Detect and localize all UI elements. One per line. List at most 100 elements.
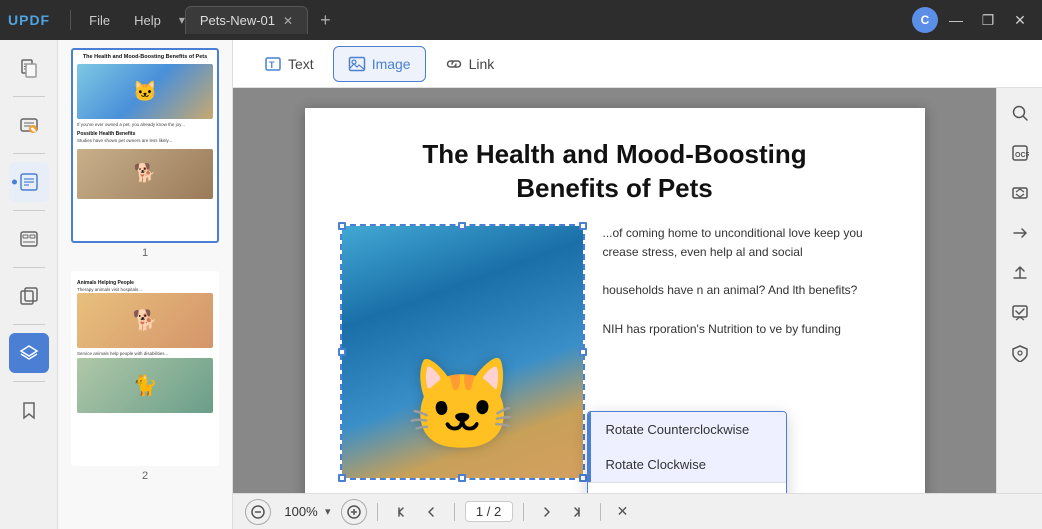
text-btn-label: Text — [288, 56, 314, 72]
right-sidebar: OCR — [996, 88, 1042, 493]
toolbar-separator-1 — [377, 503, 378, 521]
sidebar-divider-5 — [13, 324, 45, 325]
minimize-btn[interactable]: — — [942, 6, 970, 34]
sidebar-icon-pages[interactable] — [9, 48, 49, 88]
page-body: 🐱 — [340, 224, 890, 486]
svg-text:✎: ✎ — [30, 127, 36, 135]
sidebar-divider-6 — [13, 381, 45, 382]
sidebar-icon-bookmark[interactable] — [9, 390, 49, 430]
sidebar-divider-4 — [13, 267, 45, 268]
thumbnail-page-2[interactable]: Animals Helping People Therapy animals v… — [66, 271, 224, 482]
edit-toolbar: T Text Image Link — [233, 40, 1042, 88]
right-search-btn[interactable] — [1003, 96, 1037, 130]
sidebar-divider-2 — [13, 153, 45, 154]
sidebar-divider-1 — [13, 96, 45, 97]
handle-top-center[interactable] — [458, 222, 466, 230]
handle-bottom-center[interactable] — [458, 474, 466, 482]
app-logo: UPDF — [8, 12, 50, 28]
sidebar-icon-highlight[interactable]: ✎ — [9, 105, 49, 145]
image-icon — [348, 55, 366, 73]
zoom-value: 100% — [281, 504, 321, 519]
handle-middle-left[interactable] — [338, 348, 346, 356]
handle-bottom-left[interactable] — [338, 474, 346, 482]
thumbnail-2-image: Animals Helping People Therapy animals v… — [71, 271, 219, 466]
pdf-and-right-sidebar: The Health and Mood-Boosting Benefits of… — [233, 88, 1042, 493]
sidebar-icon-form[interactable] — [9, 219, 49, 259]
zoom-dropdown-arrow[interactable]: ▾ — [325, 505, 331, 518]
thumbnail-2-label: 2 — [142, 470, 148, 482]
thumbnail-panel[interactable]: The Health and Mood-Boosting Benefits of… — [58, 40, 233, 529]
main-layout: ✎ — [0, 40, 1042, 529]
handle-middle-right[interactable] — [579, 348, 587, 356]
doc-body-text: ...of coming home to unconditional love … — [603, 224, 890, 339]
left-sidebar: ✎ — [0, 40, 58, 529]
sidebar-icon-copy[interactable] — [9, 276, 49, 316]
zoom-display: 100% ▾ — [281, 504, 331, 519]
ctx-rotate-clockwise[interactable]: Rotate Clockwise — [588, 447, 786, 482]
page-document: The Health and Mood-Boosting Benefits of… — [305, 108, 925, 493]
cat-silhouette: 🐱 — [406, 353, 518, 458]
nav-next-btn[interactable] — [534, 499, 560, 525]
tab-dropdown-arrow[interactable]: ▾ — [179, 13, 185, 27]
svg-text:T: T — [269, 60, 275, 70]
nav-first-btn[interactable] — [388, 499, 414, 525]
pdf-page-view[interactable]: The Health and Mood-Boosting Benefits of… — [233, 88, 996, 493]
sidebar-divider-3 — [13, 210, 45, 211]
text-icon: T — [264, 55, 282, 73]
ctx-rotate-ccw-label: Rotate Counterclockwise — [606, 422, 750, 437]
tab-close-btn[interactable]: ✕ — [283, 14, 293, 28]
title-bar: UPDF File Help ▾ Pets-New-01 ✕ + C — ❐ ✕ — [0, 0, 1042, 40]
page-indicator[interactable]: 1 / 2 — [465, 501, 513, 522]
tab-area: ▾ Pets-New-01 ✕ + — [179, 6, 912, 34]
link-tool-btn[interactable]: Link — [430, 46, 510, 82]
document-title: The Health and Mood-Boosting Benefits of… — [340, 138, 890, 206]
active-indicator — [12, 180, 17, 185]
sidebar-icon-edit[interactable] — [9, 162, 49, 202]
right-protect-btn[interactable] — [1003, 336, 1037, 370]
context-menu: Rotate Counterclockwise Rotate Clockwise… — [587, 411, 787, 493]
svg-text:OCR: OCR — [1015, 152, 1029, 159]
thumbnail-1-image: The Health and Mood-Boosting Benefits of… — [71, 48, 219, 243]
right-convert-btn[interactable] — [1003, 216, 1037, 250]
menu-help[interactable]: Help — [124, 9, 171, 32]
handle-top-right[interactable] — [579, 222, 587, 230]
right-review-btn[interactable] — [1003, 296, 1037, 330]
close-btn[interactable]: ✕ — [1006, 6, 1034, 34]
handle-top-left[interactable] — [338, 222, 346, 230]
selected-image[interactable]: 🐱 — [340, 224, 585, 480]
toolbar-separator-2 — [454, 503, 455, 521]
text-tool-btn[interactable]: T Text — [249, 46, 329, 82]
thumbnail-page-1[interactable]: The Health and Mood-Boosting Benefits of… — [66, 48, 224, 259]
menu-bar: File Help — [79, 9, 171, 32]
separator — [70, 10, 71, 30]
ctx-extract-image[interactable]: Extract Image — [588, 483, 786, 493]
menu-file[interactable]: File — [79, 9, 120, 32]
right-share-btn[interactable] — [1003, 256, 1037, 290]
image-btn-label: Image — [372, 56, 411, 72]
ctx-rotate-cw-label: Rotate Clockwise — [606, 457, 706, 472]
zoom-out-btn[interactable] — [245, 499, 271, 525]
handle-bottom-right[interactable] — [579, 474, 587, 482]
ctx-rotate-counterclockwise[interactable]: Rotate Counterclockwise — [588, 412, 786, 447]
image-tool-btn[interactable]: Image — [333, 46, 426, 82]
zoom-in-btn[interactable] — [341, 499, 367, 525]
cat-photo: 🐱 — [342, 226, 583, 478]
avatar[interactable]: C — [912, 7, 938, 33]
sidebar-icon-layers[interactable] — [9, 333, 49, 373]
close-bottom-bar-btn[interactable]: ✕ — [611, 500, 635, 524]
link-icon — [445, 55, 463, 73]
right-compress-btn[interactable] — [1003, 176, 1037, 210]
tab-title: Pets-New-01 — [200, 13, 275, 28]
nav-prev-btn[interactable] — [418, 499, 444, 525]
toolbar-separator-4 — [600, 503, 601, 521]
link-btn-label: Link — [469, 56, 495, 72]
toolbar-separator-3 — [523, 503, 524, 521]
active-tab[interactable]: Pets-New-01 ✕ — [185, 6, 308, 34]
nav-last-btn[interactable] — [564, 499, 590, 525]
new-tab-btn[interactable]: + — [314, 8, 337, 33]
maximize-btn[interactable]: ❐ — [974, 6, 1002, 34]
right-ocr-btn[interactable]: OCR — [1003, 136, 1037, 170]
thumbnail-1-label: 1 — [142, 247, 148, 259]
content-column: T Text Image Link — [233, 40, 1042, 529]
window-controls: C — ❐ ✕ — [912, 6, 1034, 34]
